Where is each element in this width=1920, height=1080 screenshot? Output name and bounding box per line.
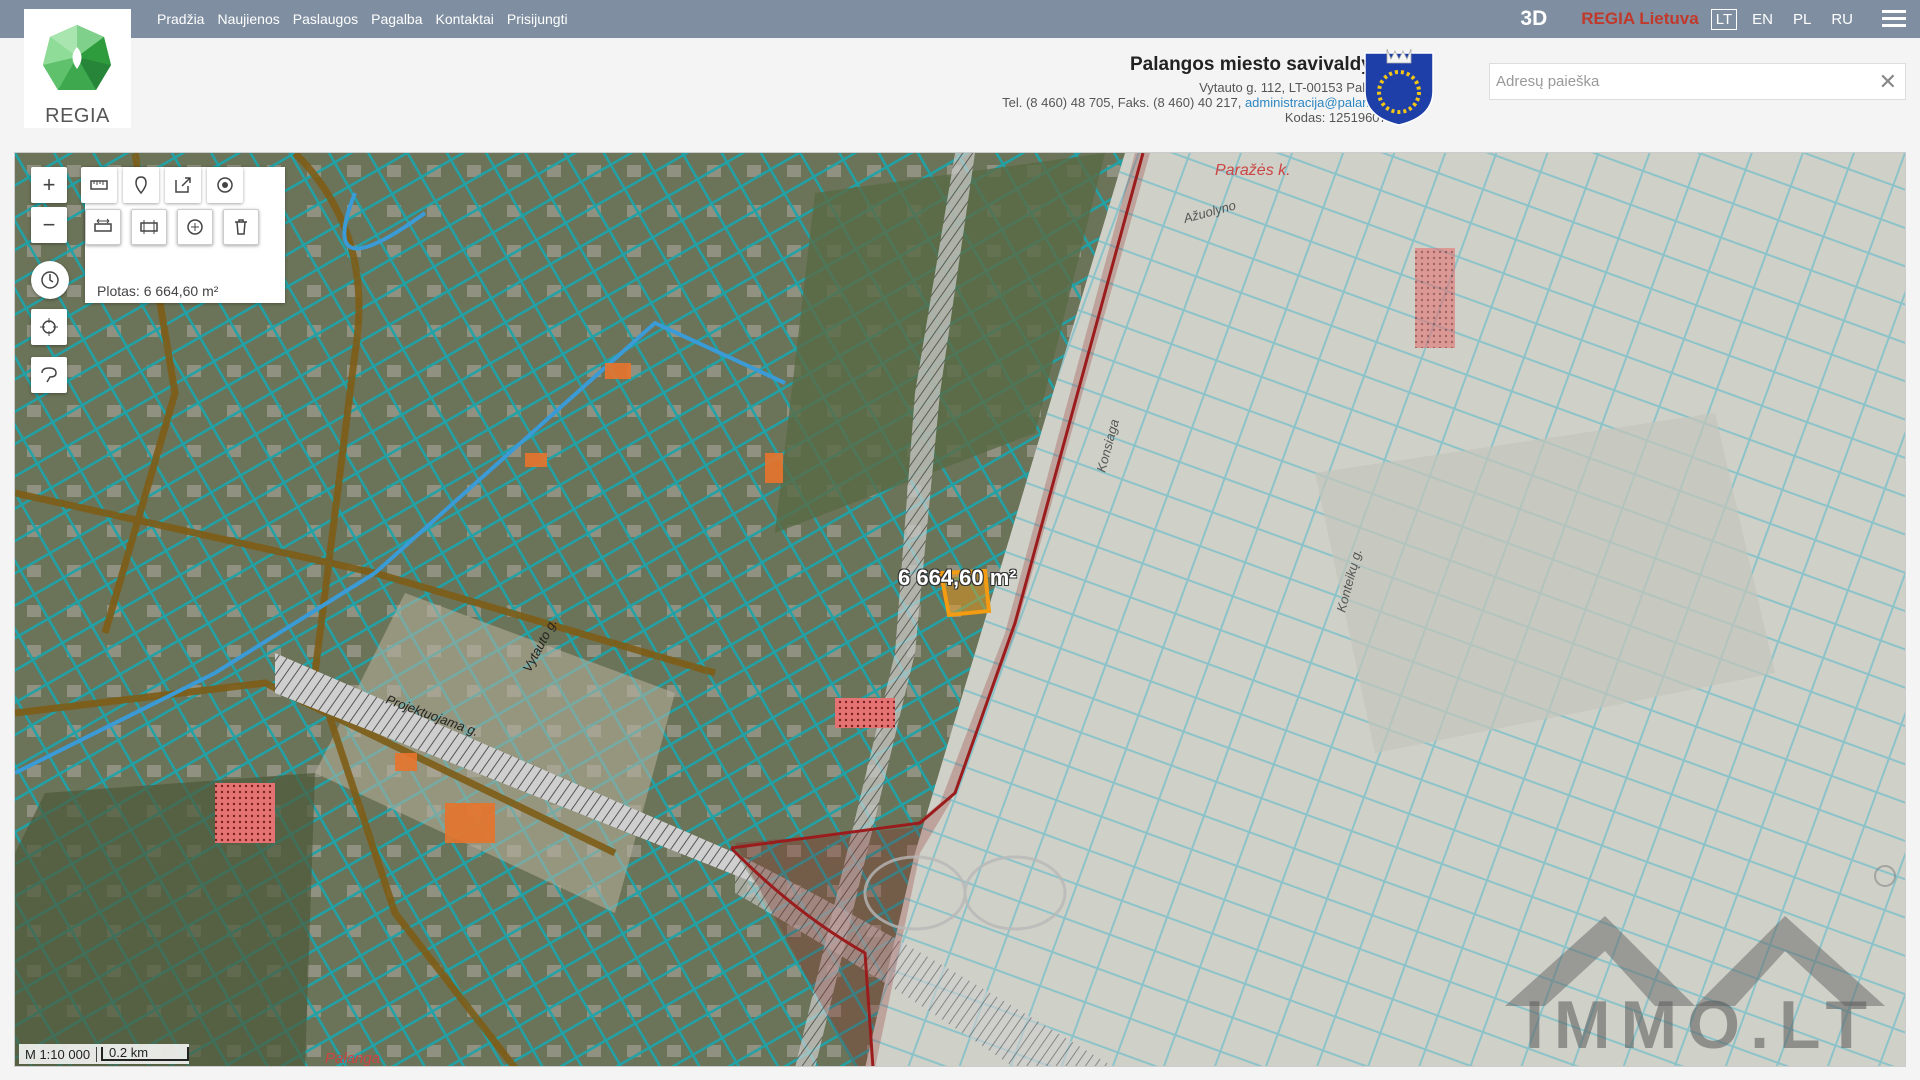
nav-news[interactable]: Naujienos xyxy=(217,11,279,27)
delete-button[interactable] xyxy=(223,209,259,245)
measure-distance-icon xyxy=(94,218,112,232)
municipality-info: Palangos miesto savivaldybė Vytauto g. 1… xyxy=(1002,54,1394,125)
lang-en[interactable]: EN xyxy=(1747,9,1778,30)
pan-icon xyxy=(187,219,203,235)
lang-lt[interactable]: LT xyxy=(1710,8,1738,30)
crosshair-icon xyxy=(40,318,58,336)
nav-login[interactable]: Prisijungti xyxy=(507,11,568,27)
scale-distance: 0.2 km xyxy=(101,1046,190,1061)
minus-icon: − xyxy=(42,212,56,237)
address-search: ✕ xyxy=(1489,63,1906,100)
regia-logo-icon xyxy=(43,25,111,90)
measure-distance-button[interactable] xyxy=(85,209,121,245)
lasso-button[interactable] xyxy=(31,357,67,393)
area-readout: Plotas: 6 664,60 m² xyxy=(97,283,219,299)
target-button[interactable] xyxy=(207,167,243,203)
map-viewport[interactable]: Vytauto g. Projektuojama g. Konsiaga Kon… xyxy=(14,152,1906,1067)
zoom-out-button[interactable]: − xyxy=(31,207,67,243)
pan-button[interactable] xyxy=(177,209,213,245)
logo-text: REGIA xyxy=(45,105,110,127)
map-scale-bar: M 1:10 000 0.2 km xyxy=(19,1044,190,1064)
pin-button[interactable] xyxy=(123,167,159,203)
nav-help[interactable]: Pagalba xyxy=(371,11,422,27)
nav-contacts[interactable]: Kontaktai xyxy=(436,11,494,27)
street-label: Paražės k. xyxy=(1215,162,1291,179)
top-bar: Pradžia Naujienos Paslaugos Pagalba Kont… xyxy=(0,0,1920,38)
measure-area-icon xyxy=(140,220,158,234)
map-imagery: Vytauto g. Projektuojama g. Konsiaga Kon… xyxy=(15,153,1905,1067)
nav-services[interactable]: Paslaugos xyxy=(293,11,358,27)
municipality-code: Kodas: 125196077 xyxy=(1284,110,1394,125)
regia-logo[interactable]: REGIA xyxy=(24,6,131,128)
regia-lietuva-link[interactable]: REGIA Lietuva xyxy=(1581,9,1698,29)
ruler-button[interactable] xyxy=(81,167,117,203)
export-icon xyxy=(175,177,191,193)
trash-icon xyxy=(235,219,247,235)
export-button[interactable] xyxy=(165,167,201,203)
lang-ru[interactable]: RU xyxy=(1826,9,1858,30)
nav-home[interactable]: Pradžia xyxy=(157,11,204,27)
target-icon xyxy=(217,177,233,193)
plus-icon: + xyxy=(42,172,56,197)
measure-area-button[interactable] xyxy=(131,209,167,245)
map-pin-icon xyxy=(135,176,147,195)
lang-pl[interactable]: PL xyxy=(1788,9,1816,30)
palanga-coat-of-arms xyxy=(1364,48,1434,126)
close-icon[interactable]: ✕ xyxy=(1879,69,1897,95)
ruler-icon xyxy=(90,180,108,190)
municipality-address: Vytauto g. 112, LT-00153 Palanga xyxy=(1199,80,1394,95)
address-search-input[interactable] xyxy=(1490,64,1860,99)
history-button[interactable] xyxy=(31,261,69,299)
clock-icon xyxy=(41,271,59,289)
top-right-controls: 3D REGIA Lietuva LT EN PL RU xyxy=(1520,0,1920,38)
municipality-title: Palangos miesto savivaldybė xyxy=(1129,54,1394,75)
street-label: Palanga xyxy=(325,1050,380,1067)
lasso-icon xyxy=(41,367,57,383)
hamburger-menu-icon[interactable] xyxy=(1882,10,1906,28)
locate-button[interactable] xyxy=(31,309,67,345)
zoom-in-button[interactable]: + xyxy=(31,167,67,203)
municipality-phones: Tel. (8 460) 48 705, Faks. (8 460) 40 21… xyxy=(1002,95,1242,110)
scale-ratio: M 1:10 000 xyxy=(19,1046,98,1062)
3d-button[interactable]: 3D xyxy=(1520,7,1547,31)
measured-area-label: 6 664,60 m² xyxy=(898,565,1017,590)
municipality-contact: Tel. (8 460) 48 705, Faks. (8 460) 40 21… xyxy=(1002,95,1394,110)
main-nav: Pradžia Naujienos Paslaugos Pagalba Kont… xyxy=(157,0,568,38)
